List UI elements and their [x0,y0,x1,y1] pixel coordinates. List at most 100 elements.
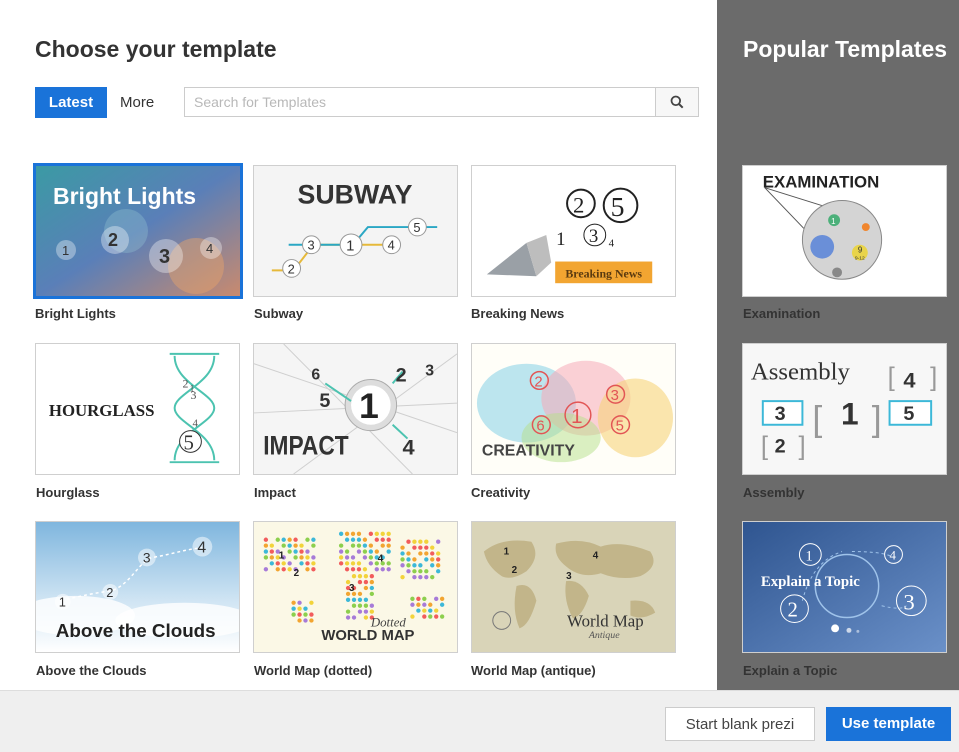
popular-card-explain-a-topic[interactable]: 1 4 2 3 Explain a Topic [742,521,947,653]
map-dot [293,549,298,554]
svg-text:2: 2 [512,565,518,576]
template-card-creativity[interactable]: 2 3 1 6 5 CREATIVITY [471,343,676,475]
map-dot [369,585,375,591]
map-dot [386,537,391,542]
map-dot [400,574,405,580]
svg-text:3: 3 [159,246,170,268]
tab-latest[interactable]: Latest [35,87,107,118]
svg-text:3: 3 [425,363,434,380]
svg-text:4: 4 [403,434,415,459]
template-card-hourglass[interactable]: HOURGLASS 2 3 1 4 5 [35,343,240,475]
map-dot [345,609,351,614]
map-dot [363,609,369,614]
map-dot [424,569,429,574]
map-dot [305,549,310,554]
map-dot [311,561,316,566]
popular-templates-title: Popular Templates [743,36,948,62]
svg-text:1: 1 [346,239,354,255]
svg-text:9: 9 [858,246,863,255]
svg-text:2: 2 [106,585,113,600]
map-dot [374,537,379,542]
map-dot [269,561,275,566]
svg-text:1: 1 [279,550,285,561]
map-dot [338,531,344,536]
use-template-button[interactable]: Use template [826,707,951,741]
template-card-subway[interactable]: SUBWAY 2 3 1 4 5 [253,165,458,297]
map-dot [309,612,314,617]
template-label: World Map (dotted) [254,663,373,678]
svg-text:2: 2 [573,192,584,217]
search-input[interactable] [185,88,655,116]
map-dot [386,561,391,566]
template-card-breaking-news[interactable]: 2 5 1 3 4 Breaking News [471,165,676,297]
map-dot [416,602,421,607]
template-label: Above the Clouds [36,663,147,678]
map-dot [418,545,423,550]
map-dot [412,563,417,568]
template-card-bright-lights[interactable]: Bright Lights 1 2 3 4 [33,163,243,299]
map-dot [281,561,286,566]
svg-text:2: 2 [108,230,118,250]
map-dot [406,557,411,562]
map-dot [386,567,391,572]
template-card-world-map-dotted[interactable]: 1 2 3 4 Dotted WORLD MAP [253,521,458,653]
svg-text:2: 2 [183,376,189,390]
map-dot [269,543,275,548]
map-dot [424,545,429,550]
map-dot [422,596,427,601]
map-dot [269,549,275,554]
svg-text:3: 3 [307,238,314,253]
template-card-world-map-antique[interactable]: 1 2 3 4 World Map Antique [471,521,676,653]
template-card-impact[interactable]: 6 2 3 5 1 4 IMPACT [253,343,458,475]
map-dot [422,602,427,607]
map-dot [436,539,441,544]
map-dot [412,545,417,550]
map-dot [275,567,280,572]
map-dot [357,603,363,608]
svg-text:9-12: 9-12 [855,256,865,262]
map-dot [297,612,302,617]
svg-text:Antique: Antique [588,630,620,641]
map-dot [287,537,292,542]
svg-text:SUBWAY: SUBWAY [298,179,413,209]
svg-text:1: 1 [571,405,583,428]
search-button[interactable] [655,87,699,117]
map-dot [430,551,435,556]
popular-card-examination[interactable]: EXAMINATION 1 9 9-12 [742,165,947,297]
map-dot [380,531,385,536]
map-dot [305,537,310,542]
svg-text:1: 1 [359,386,379,426]
map-dot [430,545,435,550]
map-dot [400,563,405,568]
popular-card-assembly[interactable]: Assembly [ 4 ] 3 [ 1 ] 5 [ 2 ] [742,343,947,475]
start-blank-prezi-button[interactable]: Start blank prezi [665,707,815,741]
map-dot [436,563,441,568]
svg-text:5: 5 [903,403,914,425]
map-dot [363,603,369,608]
map-dot [369,574,375,579]
template-card-above-the-clouds[interactable]: 1 2 3 4 Above the Clouds [35,521,240,653]
map-dot [311,543,316,548]
svg-text:4: 4 [192,418,198,430]
map-dot [281,537,286,542]
svg-text:4: 4 [197,540,206,557]
search-box [184,87,656,117]
svg-text:2: 2 [396,364,407,386]
map-dot [439,602,445,607]
map-dot [299,561,304,566]
tab-more[interactable]: More [120,87,154,118]
map-dot [287,561,292,566]
template-label: Creativity [471,485,531,500]
svg-text:]: ] [872,399,882,439]
svg-text:3: 3 [143,549,151,565]
map-dot [356,567,362,572]
map-dot [293,537,298,542]
map-dot [344,531,350,536]
dialog-title: Choose your template [35,36,277,62]
map-dot [356,543,362,548]
footer-bar [0,690,959,752]
map-dot [356,537,362,542]
svg-text:4: 4 [609,238,615,250]
map-dot [275,537,280,542]
map-dot [374,531,379,536]
